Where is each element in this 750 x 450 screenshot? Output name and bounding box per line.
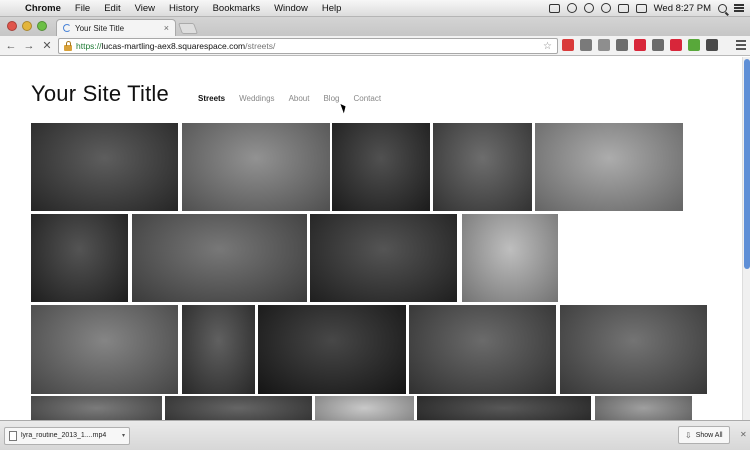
chrome-menu-icon[interactable] (736, 40, 746, 50)
gallery-photo[interactable] (31, 123, 178, 211)
gallery-photo[interactable] (165, 396, 312, 420)
time-machine-icon[interactable] (566, 3, 577, 13)
gallery-photo[interactable] (595, 396, 692, 420)
page-scrollbar[interactable] (742, 57, 750, 420)
gallery-photo[interactable] (462, 214, 558, 302)
extension-icon[interactable] (652, 39, 664, 51)
nav-about[interactable]: About (289, 94, 310, 103)
tab-strip: Your Site Title × (0, 17, 750, 36)
extension-icon[interactable] (688, 39, 700, 51)
menu-history[interactable]: History (162, 3, 206, 14)
extension-icon[interactable] (706, 39, 718, 51)
gallery-photo[interactable] (409, 305, 556, 394)
url-host: lucas-martling-aex8.squarespace.com (101, 41, 246, 51)
nav-weddings[interactable]: Weddings (239, 94, 274, 103)
gallery-photo[interactable] (132, 214, 307, 302)
download-file-name: lyra_routine_2013_1....mp4 (21, 432, 107, 439)
lock-icon (64, 40, 72, 51)
new-tab-button[interactable] (177, 23, 199, 34)
loading-spinner-icon (63, 24, 71, 32)
download-menu-arrow-icon[interactable]: ▾ (122, 432, 125, 439)
bookmark-star-icon[interactable]: ☆ (543, 41, 552, 52)
battery-icon[interactable] (635, 3, 647, 13)
gallery-photo[interactable] (315, 396, 414, 420)
tab-title: Your Site Title (75, 23, 125, 33)
menu-edit[interactable]: Edit (97, 3, 127, 14)
gallery-photo[interactable] (310, 214, 457, 302)
mac-menu-bar: Chrome File Edit View History Bookmarks … (0, 0, 750, 17)
menu-chrome[interactable]: Chrome (18, 3, 68, 14)
back-button[interactable]: ← (4, 40, 18, 52)
download-item[interactable]: lyra_routine_2013_1....mp4 ▾ (4, 426, 130, 445)
stop-button[interactable]: ✕ (40, 39, 54, 52)
gallery-photo[interactable] (31, 305, 178, 394)
mouse-cursor-icon (340, 102, 348, 114)
browser-tab[interactable]: Your Site Title × (56, 19, 176, 36)
download-shelf: lyra_routine_2013_1....mp4 ▾ ⇩ Show All … (0, 420, 750, 450)
screen: Chrome File Edit View History Bookmarks … (0, 0, 750, 450)
show-all-downloads-button[interactable]: ⇩ Show All (678, 426, 730, 444)
site-title[interactable]: Your Site Title (31, 81, 169, 107)
menu-bookmarks[interactable]: Bookmarks (206, 3, 268, 14)
extension-icon[interactable] (616, 39, 628, 51)
address-bar[interactable]: https:// lucas-martling-aex8.squarespace… (58, 38, 558, 54)
extension-icons (562, 39, 718, 51)
menu-file[interactable]: File (68, 3, 97, 14)
extension-icon[interactable] (670, 39, 682, 51)
extension-icon[interactable] (562, 39, 574, 51)
gallery-photo[interactable] (31, 396, 162, 420)
close-tab-icon[interactable]: × (164, 23, 169, 33)
gallery-photo[interactable] (182, 123, 330, 211)
nav-streets[interactable]: Streets (198, 94, 225, 103)
nav-contact[interactable]: Contact (353, 94, 381, 103)
notification-center-icon[interactable] (734, 4, 744, 12)
scrollbar-thumb[interactable] (744, 59, 750, 269)
close-window-button[interactable] (7, 21, 17, 31)
site-nav: Streets Weddings About Blog Contact (198, 94, 381, 103)
nav-blog[interactable]: Blog (323, 94, 339, 103)
show-all-label: Show All (695, 431, 723, 439)
zoom-window-button[interactable] (37, 21, 47, 31)
extension-icon[interactable] (580, 39, 592, 51)
gallery-photo[interactable] (560, 305, 707, 394)
bluetooth-icon[interactable] (583, 3, 594, 13)
url-path: /streets/ (245, 41, 276, 51)
gallery-photo[interactable] (258, 305, 406, 394)
gallery-photo[interactable] (31, 214, 128, 302)
gallery-photo[interactable] (433, 123, 532, 211)
volume-icon[interactable] (617, 3, 629, 13)
spotlight-icon[interactable] (718, 3, 727, 13)
gallery-photo[interactable] (182, 305, 255, 394)
menu-window[interactable]: Window (267, 3, 315, 14)
extension-icon[interactable] (598, 39, 610, 51)
extension-icon[interactable] (634, 39, 646, 51)
file-icon (9, 430, 17, 441)
menu-clock[interactable]: Wed 8:27 PM (654, 3, 711, 14)
forward-button[interactable]: → (22, 40, 36, 52)
gallery-photo[interactable] (417, 396, 591, 420)
web-page: Your Site Title Streets Weddings About B… (0, 57, 742, 420)
download-arrow-icon: ⇩ (685, 430, 692, 440)
gallery-photo[interactable] (535, 123, 683, 211)
wifi-icon[interactable] (600, 3, 611, 13)
window-controls (7, 21, 47, 31)
minimize-window-button[interactable] (22, 21, 32, 31)
close-shelf-icon[interactable]: ✕ (740, 430, 747, 439)
screen-record-icon[interactable] (548, 3, 560, 13)
menu-view[interactable]: View (128, 3, 162, 14)
menu-help[interactable]: Help (315, 3, 349, 14)
gallery-photo[interactable] (332, 123, 430, 211)
status-area: Wed 8:27 PM (548, 3, 750, 14)
url-scheme: https:// (76, 41, 102, 51)
